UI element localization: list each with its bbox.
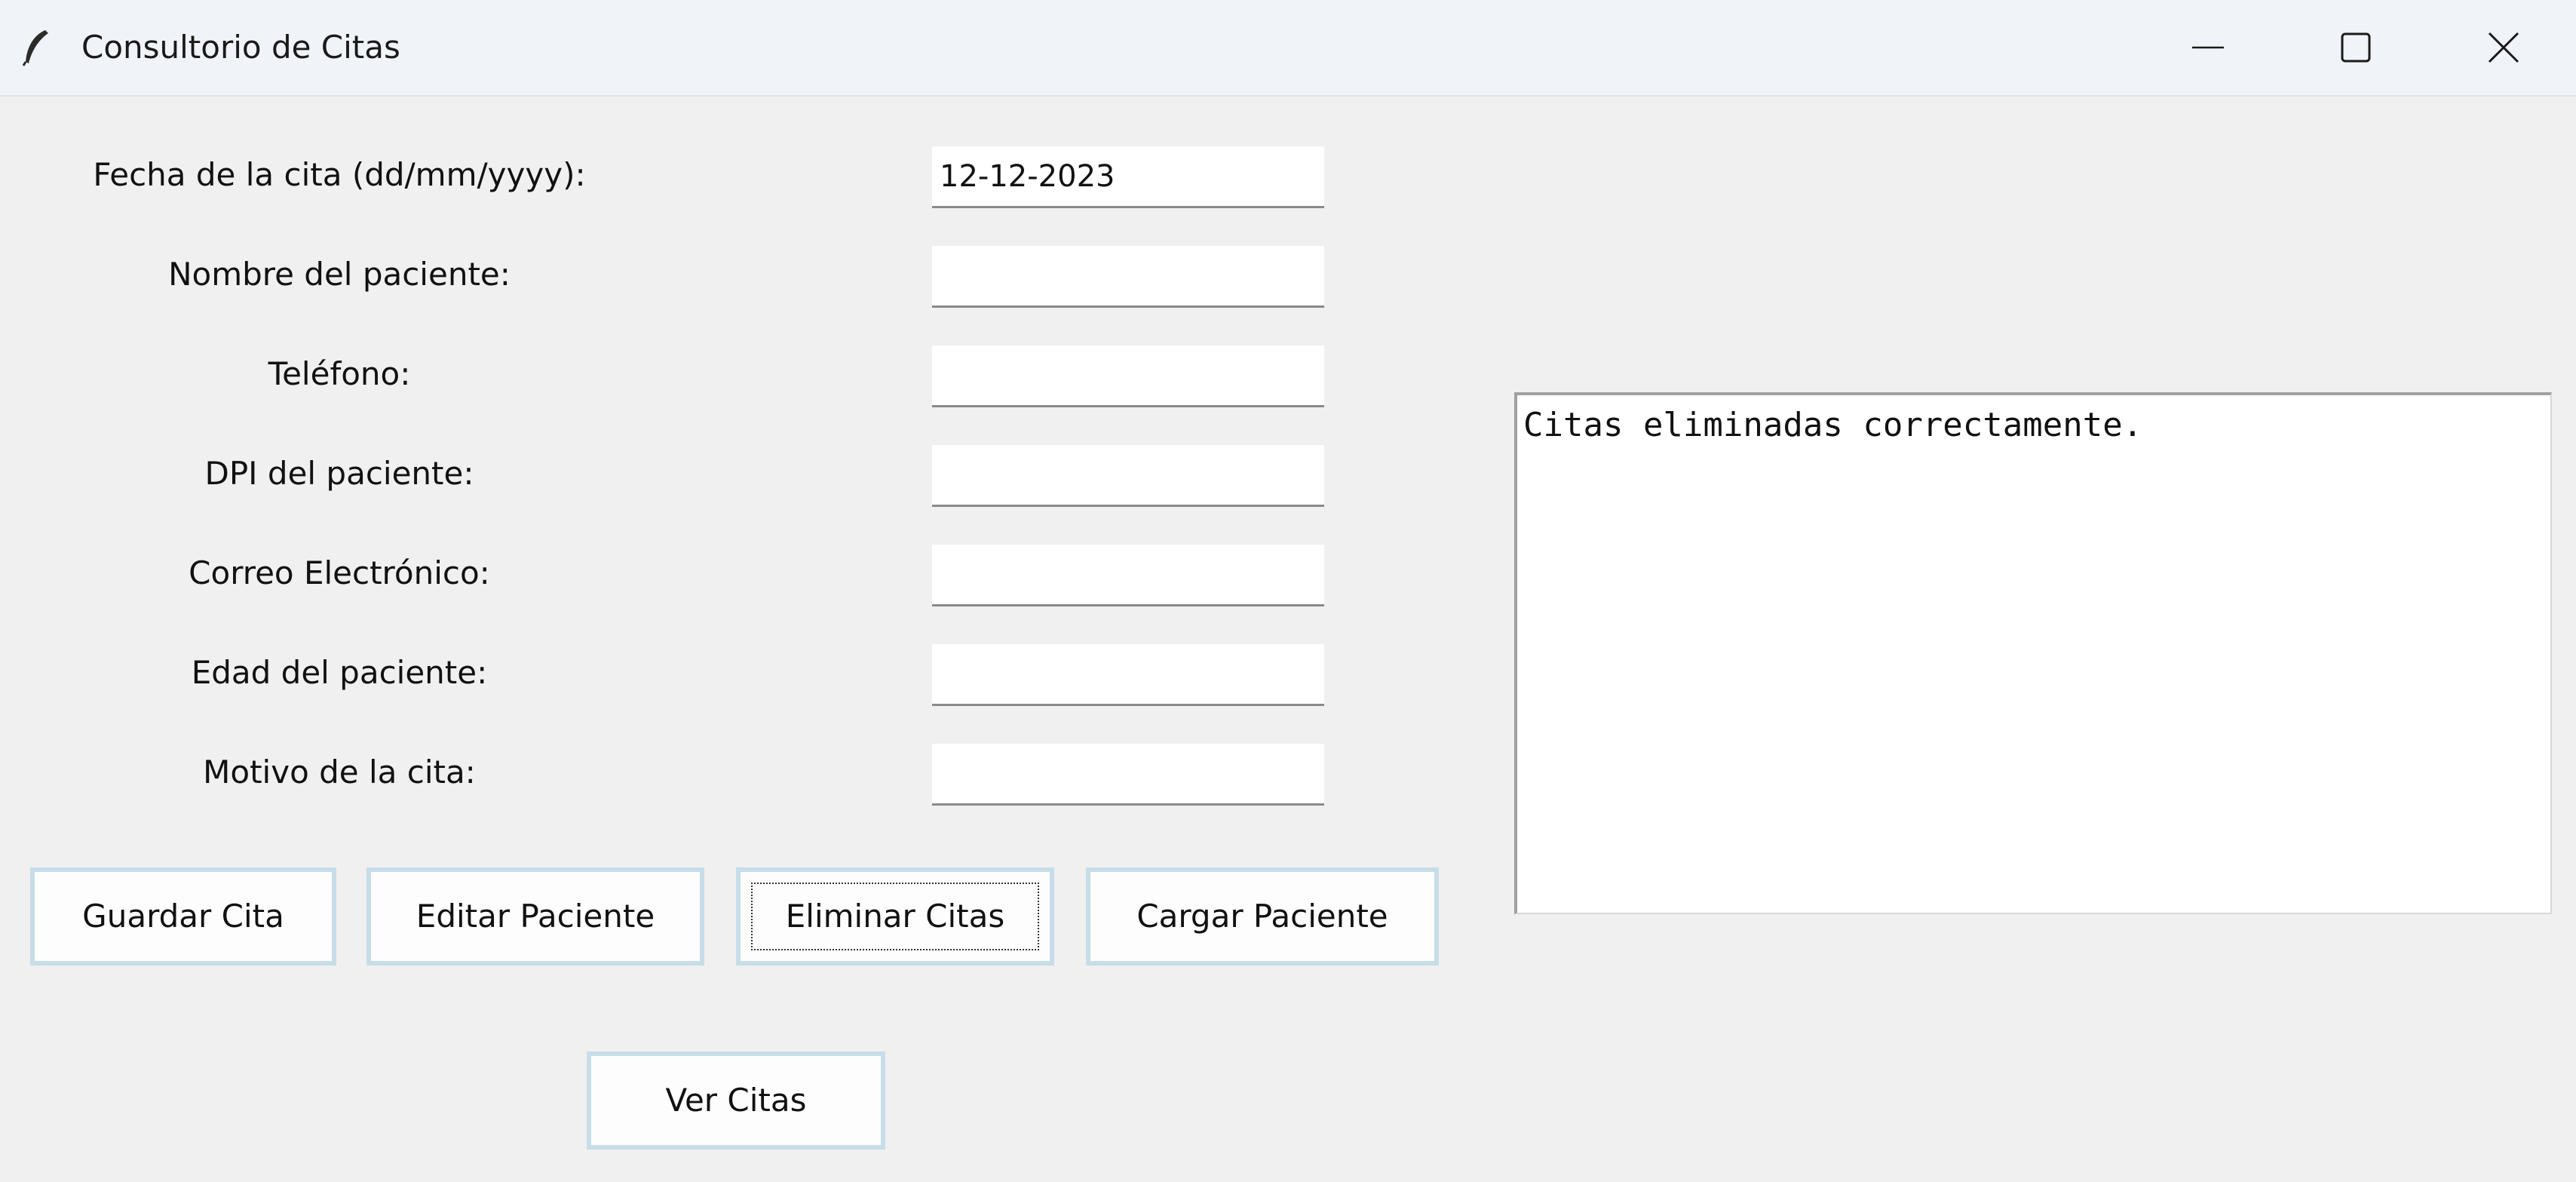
label-dpi: DPI del paciente: bbox=[204, 455, 474, 492]
cargar-paciente-label: Cargar Paciente bbox=[1136, 898, 1388, 935]
maximize-icon bbox=[2341, 32, 2371, 63]
cargar-paciente-button[interactable]: Cargar Paciente bbox=[1086, 867, 1439, 966]
edad-input[interactable] bbox=[932, 644, 1324, 706]
motivo-input[interactable] bbox=[932, 744, 1324, 806]
window-title: Consultorio de Citas bbox=[81, 29, 400, 66]
eliminar-citas-label: Eliminar Citas bbox=[785, 898, 1005, 935]
editar-paciente-label: Editar Paciente bbox=[416, 898, 655, 935]
ver-citas-label: Ver Citas bbox=[665, 1082, 807, 1119]
fecha-input[interactable] bbox=[932, 146, 1324, 208]
label-telefono: Teléfono: bbox=[268, 355, 411, 392]
close-button[interactable] bbox=[2430, 0, 2576, 95]
app-window: Consultorio de Citas Fecha de la cita (d… bbox=[0, 0, 2576, 1182]
telefono-input[interactable] bbox=[932, 345, 1324, 407]
maximize-button[interactable] bbox=[2282, 0, 2430, 95]
label-fecha: Fecha de la cita (dd/mm/yyyy): bbox=[93, 156, 586, 193]
output-textarea[interactable]: Citas eliminadas correctamente. bbox=[1514, 392, 2552, 914]
guardar-cita-button[interactable]: Guardar Cita bbox=[30, 867, 336, 966]
correo-input[interactable] bbox=[932, 545, 1324, 606]
title-bar: Consultorio de Citas bbox=[0, 0, 2576, 97]
label-motivo: Motivo de la cita: bbox=[203, 754, 476, 791]
editar-paciente-button[interactable]: Editar Paciente bbox=[366, 867, 704, 966]
minimize-button[interactable] bbox=[2134, 0, 2282, 95]
label-nombre: Nombre del paciente: bbox=[168, 256, 511, 293]
label-correo: Correo Electrónico: bbox=[189, 554, 490, 591]
nombre-input[interactable] bbox=[932, 246, 1324, 308]
feather-icon bbox=[21, 29, 51, 66]
close-icon bbox=[2488, 32, 2519, 63]
label-edad: Edad del paciente: bbox=[191, 654, 488, 691]
eliminar-citas-button[interactable]: Eliminar Citas bbox=[736, 867, 1054, 966]
dpi-input[interactable] bbox=[932, 445, 1324, 507]
minimize-icon bbox=[2192, 46, 2224, 49]
ver-citas-button[interactable]: Ver Citas bbox=[587, 1052, 885, 1150]
guardar-cita-label: Guardar Cita bbox=[82, 898, 284, 935]
